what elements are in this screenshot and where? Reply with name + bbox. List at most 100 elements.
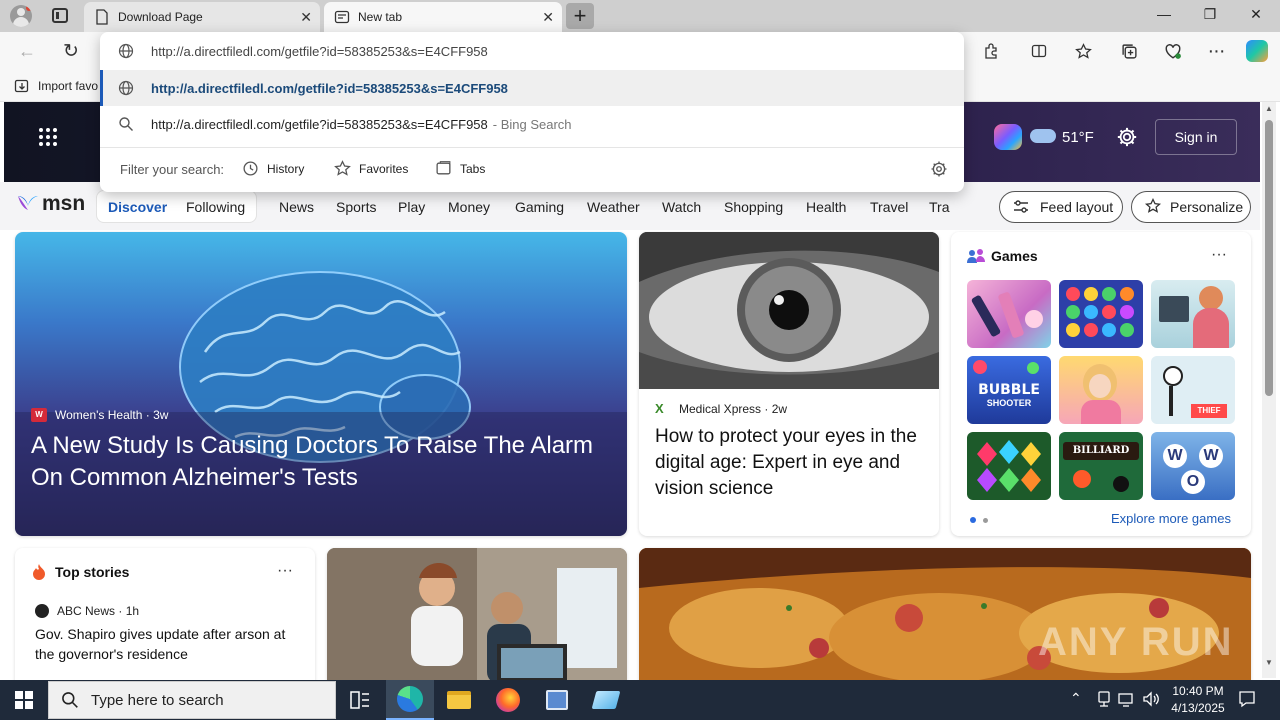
eye-source-line: Medical Xpress · 2w bbox=[679, 402, 788, 416]
favorites-star-icon[interactable] bbox=[1072, 40, 1094, 62]
reload-icon[interactable]: ↻ bbox=[60, 40, 82, 62]
tab-new-tab[interactable]: New tab ✕ bbox=[324, 2, 562, 32]
tab-download-page[interactable]: Download Page ✕ bbox=[84, 2, 320, 32]
new-tab-button[interactable]: + bbox=[566, 3, 594, 29]
eye-headline[interactable]: How to protect your eyes in the digital … bbox=[655, 424, 925, 502]
story-headline[interactable]: Gov. Shapiro gives update after arson at… bbox=[35, 624, 301, 664]
sign-in-button[interactable]: Sign in bbox=[1155, 119, 1237, 155]
hero-card[interactable]: W Women's Health · 3w A New Study Is Cau… bbox=[15, 232, 627, 536]
nav-news[interactable]: News bbox=[279, 199, 314, 215]
game-tile-bubble-shooter[interactable]: BUBBLE SHOOTER bbox=[967, 356, 1051, 424]
close-tab-icon[interactable]: ✕ bbox=[542, 9, 554, 26]
pinned-app[interactable] bbox=[582, 680, 630, 720]
food-image-card[interactable] bbox=[639, 548, 1251, 688]
scrollbar-thumb[interactable] bbox=[1265, 120, 1273, 396]
tab-title: New tab bbox=[358, 10, 403, 24]
msn-logo[interactable]: msn bbox=[16, 192, 85, 216]
copilot-logo[interactable] bbox=[994, 124, 1022, 150]
import-favorites-button[interactable]: Import favo bbox=[14, 78, 98, 94]
game-tile-makeup[interactable] bbox=[967, 280, 1051, 348]
edge-taskbar-app[interactable] bbox=[386, 680, 434, 720]
tab-discover[interactable]: Discover bbox=[108, 199, 167, 215]
restore-button[interactable]: ❐ bbox=[1198, 6, 1222, 26]
taskbar-search-box[interactable]: Type here to search bbox=[48, 681, 336, 719]
game-tile-billiard[interactable]: BILLIARD bbox=[1059, 432, 1143, 500]
nav-gaming[interactable]: Gaming bbox=[515, 199, 564, 215]
game-tile-jewels[interactable] bbox=[1059, 280, 1143, 348]
suggestion-url-row[interactable]: http://a.directfiledl.com/getfile?id=583… bbox=[100, 70, 964, 106]
dropdown-settings-icon[interactable] bbox=[930, 160, 948, 178]
copilot-icon[interactable] bbox=[1246, 40, 1268, 62]
games-more-button[interactable]: ··· bbox=[1211, 246, 1227, 264]
game-tile-thief-puzzle[interactable]: THIEF bbox=[1151, 356, 1235, 424]
filter-history[interactable]: History bbox=[242, 160, 304, 177]
split-screen-icon[interactable] bbox=[1028, 40, 1050, 62]
nav-overflow[interactable]: Tra bbox=[929, 199, 950, 215]
task-view-button[interactable] bbox=[336, 680, 384, 720]
story-source: ABC News bbox=[57, 604, 116, 618]
hero-headline[interactable]: A New Study Is Causing Doctors To Raise … bbox=[31, 430, 611, 494]
nav-sports[interactable]: Sports bbox=[336, 199, 376, 215]
profile-icon[interactable] bbox=[10, 5, 32, 27]
game-tile-gems[interactable] bbox=[967, 432, 1051, 500]
file-explorer-taskbar-app[interactable] bbox=[435, 680, 483, 720]
search-icon bbox=[62, 692, 78, 708]
installer-taskbar-app[interactable] bbox=[533, 680, 581, 720]
collections-icon[interactable] bbox=[1118, 40, 1140, 62]
top-stories-more-button[interactable]: ··· bbox=[277, 562, 293, 580]
display-icon[interactable] bbox=[1118, 690, 1136, 708]
page-scrollbar[interactable]: ▲ ▼ bbox=[1262, 102, 1276, 678]
carousel-dot-active[interactable] bbox=[970, 517, 976, 523]
network-icon[interactable] bbox=[1096, 690, 1112, 708]
task-view-icon bbox=[350, 691, 369, 709]
tab-following[interactable]: Following bbox=[186, 199, 245, 215]
explore-more-games-link[interactable]: Explore more games bbox=[1111, 511, 1231, 526]
food-image bbox=[639, 548, 1251, 688]
feed-layout-label: Feed layout bbox=[1040, 199, 1114, 215]
suggestion-search-row[interactable]: http://a.directfiledl.com/getfile?id=583… bbox=[100, 106, 964, 142]
game-tile-hospital[interactable] bbox=[1151, 280, 1235, 348]
nav-weather[interactable]: Weather bbox=[587, 199, 640, 215]
address-input[interactable]: http://a.directfiledl.com/getfile?id=583… bbox=[151, 44, 488, 59]
settings-gear-icon[interactable] bbox=[1116, 126, 1138, 148]
close-window-button[interactable]: ✕ bbox=[1244, 6, 1268, 26]
folder-icon bbox=[447, 691, 471, 709]
filter-tabs[interactable]: Tabs bbox=[435, 160, 485, 177]
filter-favorites[interactable]: Favorites bbox=[334, 160, 408, 177]
nav-watch[interactable]: Watch bbox=[662, 199, 701, 215]
carousel-dot[interactable] bbox=[983, 518, 988, 523]
game-tile-wow[interactable]: W W O bbox=[1151, 432, 1235, 500]
start-button[interactable] bbox=[0, 680, 48, 720]
close-tab-icon[interactable]: ✕ bbox=[300, 9, 312, 26]
game-tile-dress-up[interactable] bbox=[1059, 356, 1143, 424]
eye-article-card[interactable]: X Medical Xpress · 2w How to protect you… bbox=[639, 232, 939, 536]
dropdown-divider bbox=[100, 147, 964, 148]
show-hidden-icons[interactable]: ⌃ bbox=[1070, 690, 1082, 707]
nav-travel[interactable]: Travel bbox=[870, 199, 908, 215]
apps-grid-icon[interactable] bbox=[38, 127, 58, 147]
nav-shopping[interactable]: Shopping bbox=[724, 199, 783, 215]
tab-actions-icon[interactable] bbox=[52, 8, 68, 23]
feed-layout-button[interactable]: Feed layout bbox=[999, 191, 1123, 223]
firefox-taskbar-app[interactable] bbox=[484, 680, 532, 720]
story-source-line: ABC News · 1h bbox=[57, 604, 140, 618]
back-icon[interactable]: ← bbox=[16, 40, 38, 62]
nav-play[interactable]: Play bbox=[398, 199, 425, 215]
tabs-icon bbox=[436, 161, 451, 175]
browser-essentials-icon[interactable] bbox=[1162, 40, 1184, 62]
address-input-row[interactable]: http://a.directfiledl.com/getfile?id=583… bbox=[100, 33, 964, 69]
extensions-icon[interactable] bbox=[980, 40, 1002, 62]
top-stories-card: Top stories ··· ABC News · 1h Gov. Shapi… bbox=[15, 548, 315, 688]
tab-title: Download Page bbox=[118, 10, 203, 24]
weather-temperature[interactable]: 51°F bbox=[1062, 129, 1094, 146]
clock[interactable]: 10:40 PM 4/13/2025 bbox=[1166, 683, 1230, 717]
nav-money[interactable]: Money bbox=[448, 199, 490, 215]
installer-icon bbox=[546, 690, 568, 710]
volume-icon[interactable] bbox=[1142, 690, 1160, 708]
minimize-button[interactable]: — bbox=[1152, 6, 1176, 26]
personalize-button[interactable]: Personalize bbox=[1131, 191, 1251, 223]
nav-health[interactable]: Health bbox=[806, 199, 846, 215]
notifications-icon[interactable] bbox=[1238, 690, 1256, 708]
settings-more-icon[interactable]: ··· bbox=[1205, 40, 1227, 62]
office-image-card[interactable] bbox=[327, 548, 627, 688]
